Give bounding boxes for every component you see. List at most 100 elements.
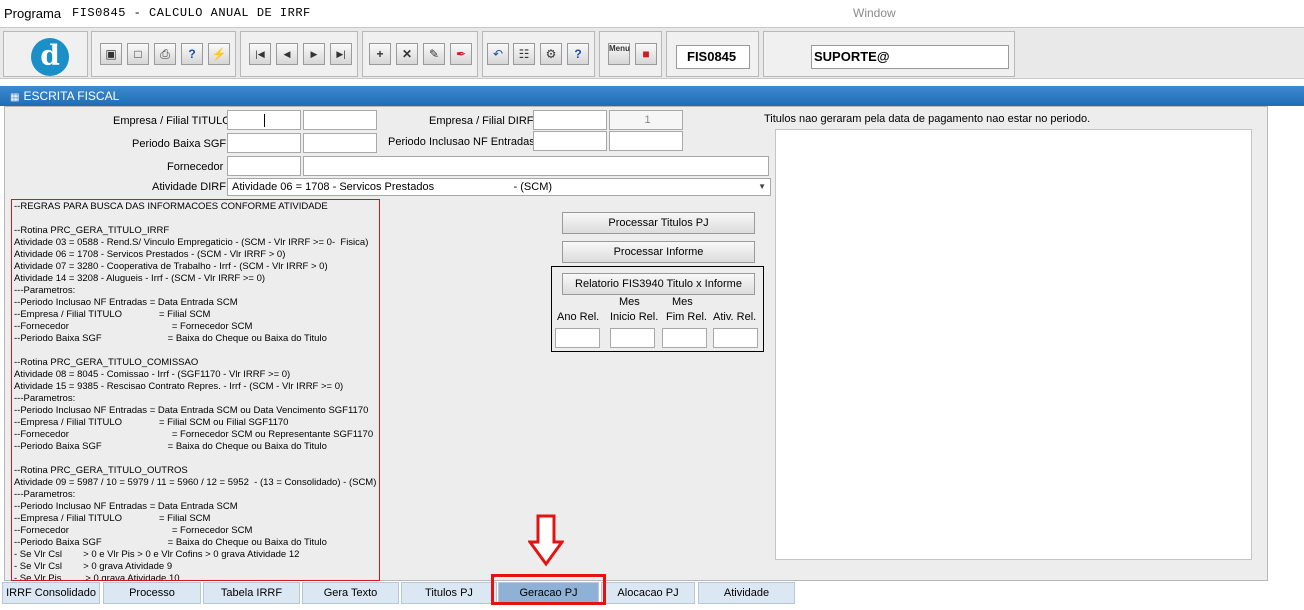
processar-titulos-button[interactable]: Processar Titulos PJ xyxy=(562,212,755,234)
last-record-icon[interactable]: ▶| xyxy=(330,43,352,65)
fim-rel-label: Fim Rel. xyxy=(666,311,707,323)
logo-group: d xyxy=(3,31,88,77)
delete-icon[interactable]: ✕ xyxy=(396,43,418,65)
chevron-down-icon[interactable]: ▼ xyxy=(758,179,766,195)
rules-line: Atividade 08 = 8045 - Comissao - Irrf - … xyxy=(14,369,291,380)
periodo-baixa-fim-input[interactable] xyxy=(303,133,377,153)
program-name: FIS0845 - CALCULO ANUAL DE IRRF xyxy=(72,6,311,20)
rules-line: ---Parametros: xyxy=(14,393,76,404)
help-icon[interactable]: ? xyxy=(567,43,589,65)
rules-line: - Se Vlr Csl > 0 e Vlr Pis > 0 e Vlr Cof… xyxy=(14,549,300,560)
processar-informe-button[interactable]: Processar Informe xyxy=(562,241,755,263)
rules-line: --Rotina PRC_GERA_TITULO_COMISSAO xyxy=(14,357,199,368)
rules-line: Atividade 09 = 5987 / 10 = 5979 / 11 = 5… xyxy=(14,477,377,488)
rules-line: --Empresa / Filial TITULO = Filial SCM o… xyxy=(14,417,289,428)
rules-line: --Rotina PRC_GERA_TITULO_OUTROS xyxy=(14,465,188,476)
rules-line: --Periodo Baixa SGF = Baixa do Cheque ou… xyxy=(14,537,327,548)
tab-atividade[interactable]: Atividade xyxy=(698,582,795,604)
rules-line: --Periodo Inclusao NF Entradas = Data En… xyxy=(14,297,238,308)
user-field: SUPORTE@ xyxy=(811,45,1009,69)
filial-titulo-input[interactable] xyxy=(303,110,377,130)
section-header: ▦ ESCRITA FISCAL xyxy=(0,86,1304,106)
section-title: ESCRITA FISCAL xyxy=(23,89,120,103)
rules-line: Atividade 06 = 1708 - Servicos Prestados… xyxy=(14,249,286,260)
mes-fim-label-top: Mes xyxy=(672,296,693,308)
tab-tabela-irrf[interactable]: Tabela IRRF xyxy=(203,582,300,604)
rules-line: --Empresa / Filial TITULO = Filial SCM xyxy=(14,309,211,320)
toolbar-group-nav: |◀ ◀ ▶ ▶| xyxy=(240,31,358,77)
execute-icon[interactable]: ⚡ xyxy=(208,43,230,65)
app-logo: d xyxy=(31,38,69,76)
rules-textarea[interactable]: --REGRAS PARA BUSCA DAS INFORMACOES CONF… xyxy=(11,199,380,581)
ano-rel-input[interactable] xyxy=(555,328,600,348)
relatorio-button[interactable]: Relatorio FIS3940 Titulo x Informe xyxy=(562,273,755,295)
tab-bar: IRRF Consolidado Processo Tabela IRRF Ge… xyxy=(0,582,1304,610)
toolbar-group-user: SUPORTE@ xyxy=(763,31,1015,77)
rules-line: ---Parametros: xyxy=(14,285,76,296)
annotation-arrow-icon xyxy=(528,514,564,567)
rules-line: Atividade 07 = 3280 - Cooperativa de Tra… xyxy=(14,261,328,272)
atividade-dirf-value: Atividade 06 = 1708 - Servicos Prestados… xyxy=(232,181,553,193)
rules-line: Atividade 15 = 9385 - Rescisao Contrato … xyxy=(14,381,344,392)
empresa-dirf-input[interactable] xyxy=(533,110,607,130)
settings-icon[interactable]: ⚙ xyxy=(540,43,562,65)
titulos-nao-gerados-label: Titulos nao geraram pela data de pagamen… xyxy=(764,113,1091,125)
rules-line: --REGRAS PARA BUSCA DAS INFORMACOES CONF… xyxy=(14,201,328,212)
print-icon[interactable]: ⎙ xyxy=(154,43,176,65)
titulos-nao-gerados-list[interactable] xyxy=(775,129,1252,560)
periodo-inclusao-fim-input[interactable] xyxy=(609,131,683,151)
empresa-filial-dirf-label: Empresa / Filial DIRF xyxy=(429,115,534,127)
toolbar-group-tools: ↶ ☷ ⚙ ? xyxy=(482,31,595,77)
program-menu[interactable]: Programa xyxy=(4,6,61,21)
atividade-dirf-label: Atividade DIRF xyxy=(152,181,226,193)
clear-icon[interactable]: ✒ xyxy=(450,43,472,65)
window-icon[interactable]: □ xyxy=(127,43,149,65)
rules-line: --Periodo Baixa SGF = Baixa do Cheque ou… xyxy=(14,333,327,344)
previous-record-icon[interactable]: ◀ xyxy=(276,43,298,65)
fim-rel-input[interactable] xyxy=(662,328,707,348)
exit-icon[interactable]: ■ xyxy=(635,43,657,65)
menu-icon[interactable]: Menu xyxy=(608,43,630,65)
query-icon[interactable]: ? xyxy=(181,43,203,65)
clipboard-icon[interactable]: ☷ xyxy=(513,43,535,65)
undo-icon[interactable]: ↶ xyxy=(487,43,509,65)
tab-gera-texto[interactable]: Gera Texto xyxy=(302,582,399,604)
insert-icon[interactable]: + xyxy=(369,43,391,65)
ativ-rel-input[interactable] xyxy=(713,328,758,348)
rules-line: --Rotina PRC_GERA_TITULO_IRRF xyxy=(14,225,170,236)
tab-irrf-consolidado[interactable]: IRRF Consolidado xyxy=(2,582,100,604)
tab-titulos-pj[interactable]: Titulos PJ xyxy=(401,582,497,604)
toolbar-group-edit: + ✕ ✎ ✒ xyxy=(362,31,478,77)
filial-dirf-input[interactable]: 1 xyxy=(609,110,683,130)
title-bar: Programa FIS0845 - CALCULO ANUAL DE IRRF… xyxy=(0,0,1304,26)
periodo-baixa-sgf-label: Periodo Baixa SGF xyxy=(132,138,227,150)
tab-alocacao-pj[interactable]: Alocacao PJ xyxy=(601,582,695,604)
rules-line: ---Parametros: xyxy=(14,489,76,500)
atividade-dirf-select[interactable]: Atividade 06 = 1708 - Servicos Prestados… xyxy=(227,178,771,196)
toolbar-group-menu: Menu ■ xyxy=(599,31,662,77)
inicio-rel-input[interactable] xyxy=(610,328,655,348)
fornecedor-code-input[interactable] xyxy=(227,156,301,176)
window-menu[interactable]: Window xyxy=(853,6,896,20)
rules-line: --Periodo Inclusao NF Entradas = Data En… xyxy=(14,405,369,416)
save-icon[interactable]: ▣ xyxy=(100,43,122,65)
rules-line: Atividade 03 = 0588 - Rend.S/ Vinculo Em… xyxy=(14,237,369,248)
rules-line: Atividade 14 = 3208 - Alugueis - Irrf - … xyxy=(14,273,266,284)
periodo-inclusao-inicio-input[interactable] xyxy=(533,131,607,151)
fornecedor-name-input[interactable] xyxy=(303,156,769,176)
rules-line: - Se Vlr Pis > 0 grava Atividade 10 xyxy=(14,573,180,581)
first-record-icon[interactable]: |◀ xyxy=(249,43,271,65)
inicio-rel-label: Inicio Rel. xyxy=(610,311,659,323)
tab-processo[interactable]: Processo xyxy=(103,582,201,604)
fornecedor-label: Fornecedor xyxy=(167,161,224,173)
ativ-rel-label: Ativ. Rel. xyxy=(713,311,757,323)
rules-line: --Fornecedor = Fornecedor SCM ou Represe… xyxy=(14,429,374,440)
empresa-titulo-input[interactable] xyxy=(227,110,301,130)
next-record-icon[interactable]: ▶ xyxy=(303,43,325,65)
rules-line: - Se Vlr Csl > 0 grava Atividade 9 xyxy=(14,561,173,572)
edit-record-icon[interactable]: ✎ xyxy=(423,43,445,65)
periodo-baixa-inicio-input[interactable] xyxy=(227,133,301,153)
rules-line: --Empresa / Filial TITULO = Filial SCM xyxy=(14,513,211,524)
program-code-field: FIS0845 xyxy=(676,45,750,69)
rules-line xyxy=(14,345,377,357)
